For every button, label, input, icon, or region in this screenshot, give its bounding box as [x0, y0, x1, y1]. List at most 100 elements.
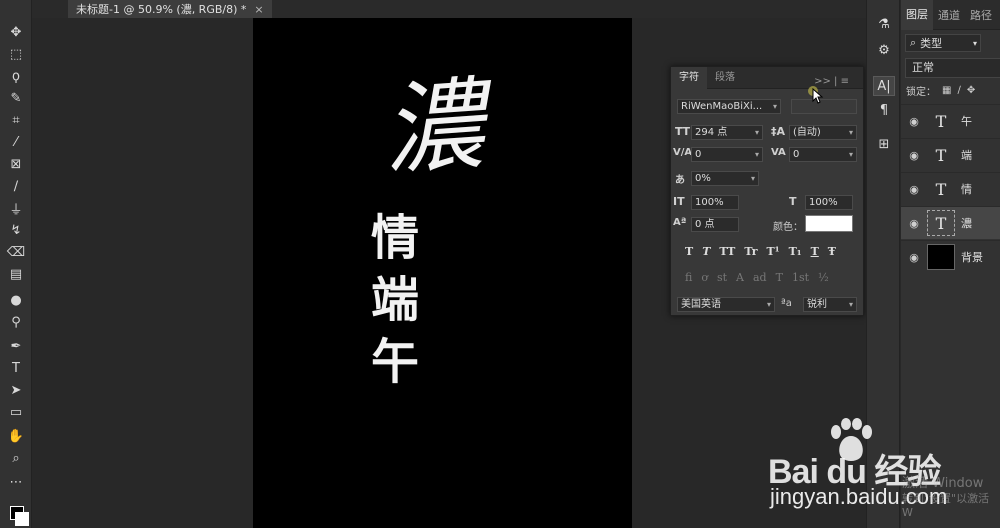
tracking-value: 0 — [793, 149, 800, 160]
stylistic-alternates-button[interactable]: ad — [753, 271, 767, 284]
faux-italic-button[interactable]: T — [702, 245, 710, 258]
ligatures-button[interactable]: fi — [685, 271, 692, 284]
lasso-tool-icon[interactable]: ϙ — [4, 66, 28, 86]
eraser-tool-icon[interactable]: ⌫ — [4, 242, 28, 262]
layer-filter-select[interactable]: ⌕ 类型 ▾ — [905, 34, 981, 52]
character-panel-icon[interactable]: A| — [873, 76, 895, 96]
quick-select-tool-icon[interactable]: ✎ — [4, 88, 28, 108]
rectangle-tool-icon[interactable]: ▭ — [4, 402, 28, 422]
tracking-field[interactable]: 0 ▾ — [789, 147, 857, 162]
layers-panel-tabs: 图层 通道 路径 — [901, 0, 1000, 30]
visibility-eye-icon[interactable]: ◉ — [901, 251, 927, 264]
properties-panel-icon[interactable]: ⚙ — [873, 40, 895, 60]
titling-button[interactable]: T — [776, 271, 783, 284]
visibility-eye-icon[interactable]: ◉ — [901, 115, 927, 128]
font-style-select[interactable] — [791, 99, 857, 114]
tab-layers[interactable]: 图层 — [901, 0, 933, 30]
baseline-shift-field[interactable]: 0 点 — [691, 217, 739, 232]
blur-tool-icon[interactable]: ● — [4, 290, 28, 310]
blend-mode-select[interactable]: 正常 — [905, 58, 1000, 78]
canvas-text-qing[interactable]: 情 — [371, 214, 419, 262]
history-panel-icon[interactable]: ⚗ — [873, 14, 895, 34]
layer-filter-value: 类型 — [920, 37, 943, 50]
faux-bold-button[interactable]: T — [685, 245, 693, 258]
layer-row[interactable]: ◉ T 端 — [901, 138, 1000, 171]
subscript-button[interactable]: T₁ — [789, 245, 802, 258]
tsume-field[interactable]: 0% ▾ — [691, 171, 759, 186]
paragraph-panel-icon[interactable]: ¶ — [873, 100, 895, 120]
text-layer-thumbnail-icon: T — [935, 145, 947, 165]
leading-value: (自动) — [793, 127, 821, 138]
tab-paths[interactable]: 路径 — [965, 7, 997, 23]
layer-row[interactable]: ◉ T 午 — [901, 104, 1000, 137]
chevron-down-icon: ▾ — [848, 128, 853, 137]
text-layer-thumbnail-icon: T — [935, 111, 947, 131]
leading-field[interactable]: (自动) ▾ — [789, 125, 857, 140]
font-family-select[interactable]: RiWenMaoBiXi... ▾ — [677, 99, 781, 114]
layer-row-selected[interactable]: ◉ T 濃 — [901, 206, 1000, 239]
pen-tool-icon[interactable]: ✒ — [4, 336, 28, 356]
healing-brush-tool-icon[interactable]: ⊠ — [4, 154, 28, 174]
underline-button[interactable]: T — [811, 245, 819, 258]
libraries-panel-icon[interactable]: ⊞ — [873, 134, 895, 154]
kerning-field[interactable]: 0 ▾ — [691, 147, 763, 162]
layer-row[interactable]: ◉ T 情 — [901, 172, 1000, 205]
font-size-field[interactable]: 294 点 ▾ — [691, 125, 763, 140]
lock-position-icon[interactable]: ✥ — [967, 85, 975, 96]
text-layer-thumbnail-icon: T — [927, 210, 955, 236]
language-select[interactable]: 美国英语 ▾ — [677, 297, 775, 312]
dodge-tool-icon[interactable]: ⚲ — [4, 312, 28, 332]
horizontal-scale-value: 100% — [809, 197, 838, 208]
vertical-scale-field[interactable]: 100% — [691, 195, 739, 210]
move-tool-icon[interactable]: ✥ — [4, 22, 28, 42]
document-tab[interactable]: 未标题-1 @ 50.9% (濃, RGB/8) * × — [68, 0, 272, 18]
superscript-button[interactable]: T¹ — [767, 245, 780, 258]
visibility-eye-icon[interactable]: ◉ — [901, 149, 927, 162]
clone-stamp-tool-icon[interactable]: ⏚ — [4, 198, 28, 218]
marquee-tool-icon[interactable]: ⬚ — [4, 44, 28, 64]
vertical-scale-value: 100% — [695, 197, 724, 208]
baseline-shift-icon: Aª — [673, 217, 687, 228]
canvas-text-duan[interactable]: 端 — [371, 276, 419, 324]
chevron-down-icon: ▾ — [750, 174, 755, 183]
layer-name: 端 — [961, 149, 972, 162]
swash-button[interactable]: A — [736, 271, 744, 284]
background-color-swatch[interactable] — [15, 512, 29, 526]
more-tools-icon[interactable]: ⋯ — [4, 472, 28, 492]
hand-tool-icon[interactable]: ✋ — [4, 426, 28, 446]
history-brush-tool-icon[interactable]: ↯ — [4, 220, 28, 240]
font-size-icon: ꓔT — [675, 125, 691, 138]
antialias-select[interactable]: 锐利 ▾ — [803, 297, 857, 312]
lock-transparent-icon[interactable]: ▦ — [942, 85, 951, 96]
tab-channels[interactable]: 通道 — [933, 7, 965, 23]
mouse-cursor-icon — [812, 88, 824, 104]
horizontal-scale-field[interactable]: 100% — [805, 195, 853, 210]
close-tab-icon[interactable]: × — [254, 3, 263, 16]
layer-row[interactable]: ◉ 背景 — [901, 240, 1000, 273]
small-caps-button[interactable]: Tr — [744, 245, 757, 258]
zoom-tool-icon[interactable]: ⌕ — [4, 448, 28, 468]
tab-paragraph[interactable]: 段落 — [707, 67, 743, 89]
all-caps-button[interactable]: TT — [719, 245, 735, 258]
crop-tool-icon[interactable]: ⌗ — [4, 110, 28, 130]
ordinals-button[interactable]: 1st — [792, 271, 809, 284]
type-tool-icon[interactable]: T — [4, 358, 28, 378]
canvas-text-nong[interactable]: 濃 — [379, 66, 487, 190]
tab-character[interactable]: 字符 — [671, 66, 707, 89]
gradient-tool-icon[interactable]: ▤ — [4, 264, 28, 284]
horizontal-scale-icon: T — [789, 195, 797, 208]
eyedropper-tool-icon[interactable]: ⁄ — [4, 132, 28, 152]
visibility-eye-icon[interactable]: ◉ — [901, 183, 927, 196]
text-color-swatch[interactable] — [805, 215, 853, 232]
discretionary-ligatures-button[interactable]: st — [717, 271, 727, 284]
visibility-eye-icon[interactable]: ◉ — [901, 217, 927, 230]
color-label: 颜色： — [773, 222, 803, 233]
strikethrough-button[interactable]: Ŧ — [828, 245, 836, 258]
brush-tool-icon[interactable]: ∕ — [4, 176, 28, 196]
lock-image-icon[interactable]: ∕ — [957, 85, 960, 96]
path-select-tool-icon[interactable]: ➤ — [4, 380, 28, 400]
contextual-alternates-button[interactable]: ơ — [701, 271, 708, 284]
tsume-icon: あ — [675, 175, 685, 186]
fractions-button[interactable]: ½ — [818, 271, 829, 284]
canvas-text-wu[interactable]: 午 — [371, 338, 419, 386]
